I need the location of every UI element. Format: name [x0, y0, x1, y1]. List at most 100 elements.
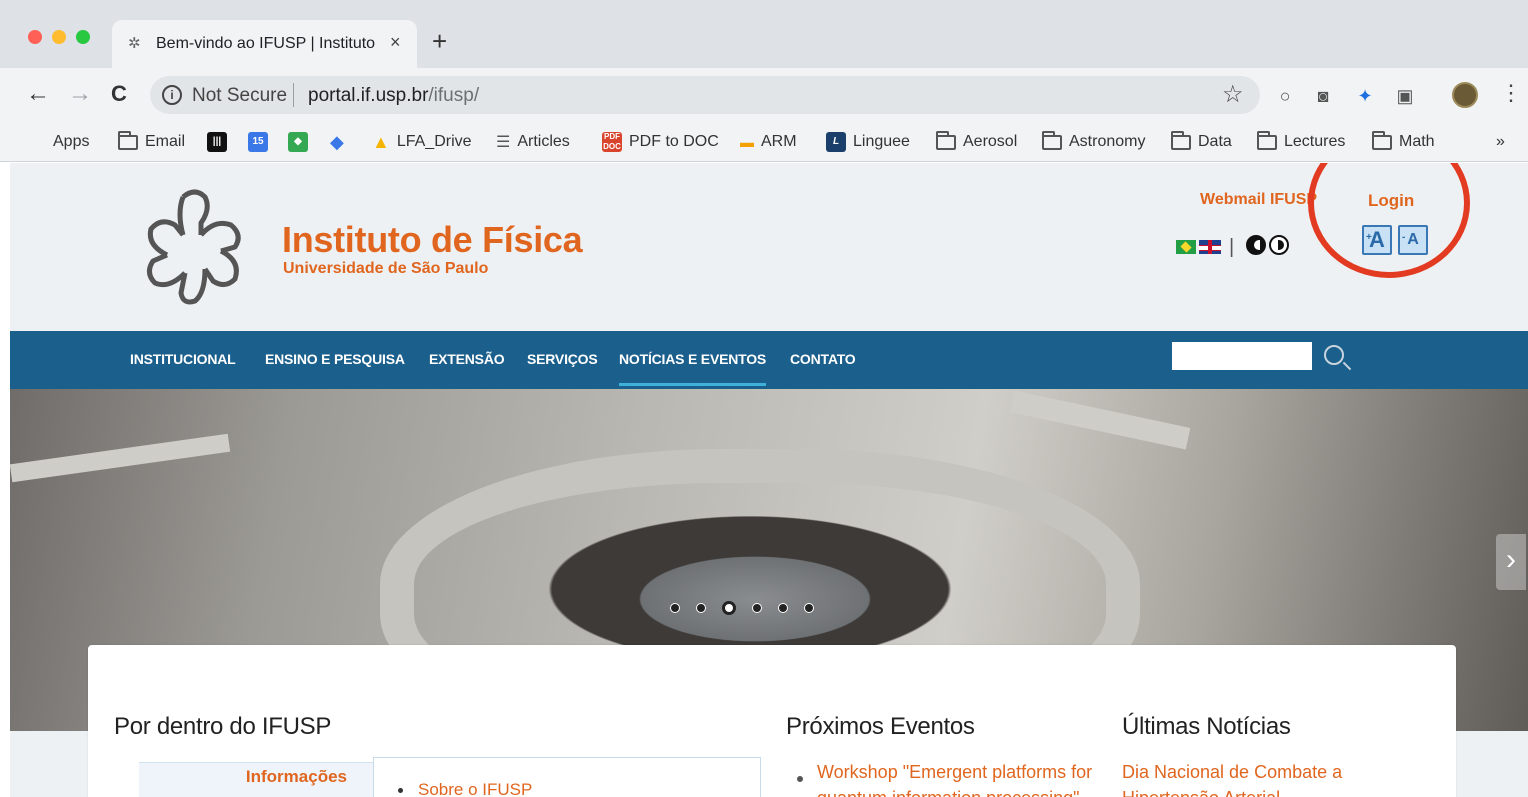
folder-icon [1171, 130, 1191, 150]
bookmark-label: Astronomy [1069, 133, 1146, 150]
bookmarks-bar: Apps Email ||| 15 ◆ ◆ ▲ LFA_Drive ☰ Arti… [0, 122, 1528, 162]
nav-noticias-e-eventos[interactable]: NOTÍCIAS E EVENTOS [619, 351, 766, 386]
forward-button[interactable]: → [68, 80, 92, 108]
bookmark-label: Apps [53, 133, 90, 150]
tab-close-icon[interactable]: × [390, 32, 401, 53]
ifusp-logo-icon[interactable] [143, 189, 247, 307]
bookmark-app[interactable]: ||| [207, 130, 234, 154]
dropbox-extension-icon[interactable]: ✦ [1354, 85, 1376, 107]
info-icon[interactable]: i [162, 85, 182, 105]
maximize-window-button[interactable] [76, 30, 90, 44]
url-text[interactable]: portal.if.usp.br/ifusp/ [308, 85, 479, 107]
hero-image-beam [1009, 390, 1191, 450]
address-bar[interactable]: i Not Secure portal.if.usp.br/ifusp/ ☆ [150, 76, 1260, 114]
nav-ensino-e-pesquisa[interactable]: ENSINO E PESQUISA [265, 351, 405, 367]
search-icon[interactable] [1324, 345, 1344, 365]
nav-institucional[interactable]: INSTITUCIONAL [130, 351, 236, 367]
uk-flag-icon[interactable] [1199, 240, 1221, 254]
normal-contrast-icon[interactable] [1269, 235, 1289, 255]
bookmark-lectures[interactable]: Lectures [1257, 130, 1345, 154]
bookmark-astronomy[interactable]: Astronomy [1042, 130, 1145, 154]
carousel-dot[interactable] [778, 603, 788, 613]
bookmark-label: Aerosol [963, 133, 1018, 150]
maps-icon: ◆ [288, 132, 308, 152]
close-window-button[interactable] [28, 30, 42, 44]
bookmarks-overflow-button[interactable]: » [1496, 130, 1505, 154]
site-search-input[interactable] [1172, 342, 1312, 370]
minimize-window-button[interactable] [52, 30, 66, 44]
browser-menu-icon[interactable]: ⋮ [1500, 80, 1522, 106]
site-subtitle: Universidade de São Paulo [283, 260, 489, 277]
bookmark-articles[interactable]: ☰ Articles [496, 130, 570, 154]
bookmark-linguee[interactable]: L Linguee [826, 130, 910, 154]
nav-servicos[interactable]: SERVIÇOS [527, 351, 598, 367]
bookmark-label: Data [1198, 133, 1232, 150]
folder-icon [936, 130, 956, 150]
folder-icon [1257, 130, 1277, 150]
bookmark-diamond[interactable]: ◆ [330, 130, 351, 154]
bookmark-aerosol[interactable]: Aerosol [936, 130, 1017, 154]
hero-image-beam [10, 433, 231, 483]
browser-titlebar: ✲ Bem-vindo ao IFUSP | Instituto × + [0, 0, 1528, 68]
carousel-dot[interactable] [752, 603, 762, 613]
bookmark-arm[interactable]: ▬ ARM [740, 130, 797, 154]
linguee-icon: L [826, 132, 846, 152]
carousel-dot-active[interactable] [722, 601, 736, 615]
stack-icon: ☰ [496, 134, 511, 151]
cast-extension-icon[interactable]: ▣ [1394, 85, 1416, 107]
bookmark-calendar[interactable]: 15 [248, 130, 275, 154]
omnibox-divider [293, 83, 294, 107]
info-panel: Sobre o IFUSP [373, 757, 761, 797]
camera-extension-icon[interactable]: ◙ [1312, 85, 1334, 107]
folder-icon [1372, 130, 1392, 150]
carousel-indicators [670, 601, 814, 615]
url-path: /ifusp/ [428, 85, 480, 106]
carousel-dot[interactable] [670, 603, 680, 613]
bookmark-pdf-to-doc[interactable]: PDF DOC PDF to DOC [602, 130, 719, 154]
ifusp-favicon-icon: ✲ [128, 35, 141, 52]
main-navbar: INSTITUCIONAL ENSINO E PESQUISA EXTENSÃO… [10, 331, 1528, 389]
bookmark-label: Articles [517, 133, 570, 150]
bookmark-data[interactable]: Data [1171, 130, 1232, 154]
browser-toolbar: ← → C i Not Secure portal.if.usp.br/ifus… [0, 68, 1528, 122]
webmail-link[interactable]: Webmail IFUSP [1200, 191, 1317, 209]
apps-grid-icon [28, 133, 46, 151]
event-link[interactable]: Workshop "Emergent platforms for quantum… [817, 759, 1107, 797]
news-link[interactable]: Dia Nacional de Combate a Hipertensão Ar… [1122, 759, 1382, 797]
bookmark-label: PDF to DOC [629, 133, 719, 150]
nav-contato[interactable]: CONTATO [790, 351, 856, 367]
circle-extension-icon[interactable]: ○ [1274, 85, 1296, 107]
bookmark-email[interactable]: Email [118, 130, 185, 154]
bullet-icon [797, 776, 803, 782]
url-host: portal.if.usp.br [308, 85, 429, 106]
site-title[interactable]: Instituto de Física [282, 219, 583, 261]
calendar-icon: 15 [248, 132, 268, 152]
bookmark-star-icon[interactable]: ☆ [1222, 80, 1244, 109]
drive-icon: ▲ [372, 131, 390, 152]
folder-icon [118, 130, 138, 150]
carousel-dot[interactable] [696, 603, 706, 613]
high-contrast-icon[interactable] [1246, 235, 1266, 255]
bookmark-lfa-drive[interactable]: ▲ LFA_Drive [372, 130, 472, 154]
sobre-ifusp-link[interactable]: Sobre o IFUSP [418, 780, 532, 797]
tab-informacoes[interactable]: Informações [139, 762, 373, 797]
new-tab-button[interactable]: + [432, 28, 447, 54]
carousel-next-button[interactable]: › [1496, 534, 1526, 590]
profile-avatar[interactable] [1452, 82, 1478, 108]
nav-extensao[interactable]: EXTENSÃO [429, 351, 505, 367]
bookmark-math[interactable]: Math [1372, 130, 1435, 154]
annotation-highlight-circle [1308, 163, 1470, 278]
bookmark-maps[interactable]: ◆ [288, 130, 315, 154]
bookmark-label: Linguee [853, 133, 910, 150]
section-title-news: Últimas Notícias [1122, 713, 1291, 740]
bookmark-apps[interactable]: Apps [28, 130, 89, 154]
back-button[interactable]: ← [26, 80, 50, 108]
bookmark-label: Lectures [1284, 133, 1346, 150]
carousel-dot[interactable] [804, 603, 814, 613]
content-card: Por dentro do IFUSP Informações Sobre o … [88, 645, 1456, 797]
browser-tab[interactable]: ✲ Bem-vindo ao IFUSP | Instituto × [112, 20, 417, 68]
security-label[interactable]: Not Secure [192, 85, 287, 107]
reload-button[interactable]: C [111, 80, 127, 108]
brazil-flag-icon[interactable] [1176, 240, 1196, 254]
pdf-icon: PDF DOC [602, 132, 622, 152]
